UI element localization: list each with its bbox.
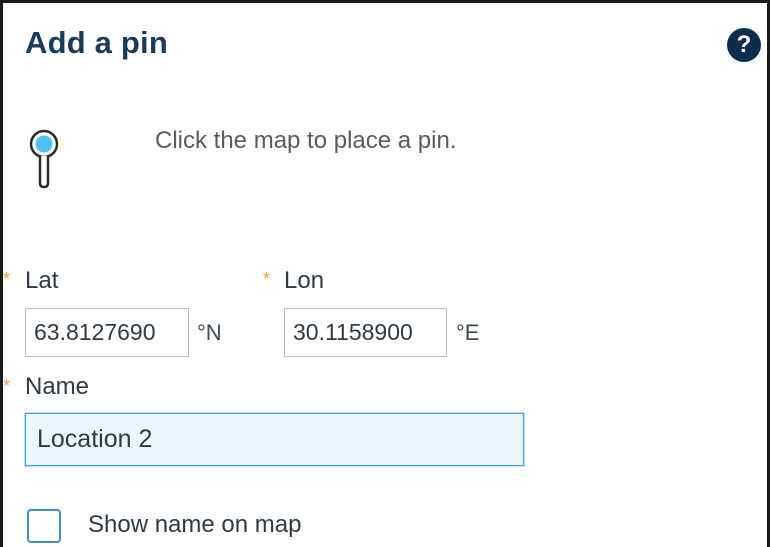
- show-name-label[interactable]: Show name on map: [88, 511, 301, 539]
- lat-label: Lat: [25, 267, 59, 294]
- lon-input[interactable]: [284, 308, 447, 357]
- panel-title: Add a pin: [25, 25, 169, 60]
- lon-label: Lon: [284, 267, 325, 294]
- name-label: Name: [25, 373, 90, 400]
- instruction-text: Click the map to place a pin.: [155, 127, 457, 154]
- required-marker-name: *: [3, 376, 11, 396]
- name-input[interactable]: [25, 413, 524, 466]
- required-marker-lat: *: [3, 269, 11, 289]
- lon-unit: °E: [456, 320, 480, 345]
- add-pin-panel: Add a pin ? Click the map to place a pin…: [0, 0, 770, 547]
- show-name-checkbox[interactable]: [27, 509, 61, 543]
- map-pin-icon: [29, 129, 59, 189]
- required-marker-lon: *: [263, 269, 271, 289]
- lat-input[interactable]: [25, 308, 189, 357]
- help-icon[interactable]: ?: [727, 28, 761, 62]
- lat-unit: °N: [197, 320, 222, 345]
